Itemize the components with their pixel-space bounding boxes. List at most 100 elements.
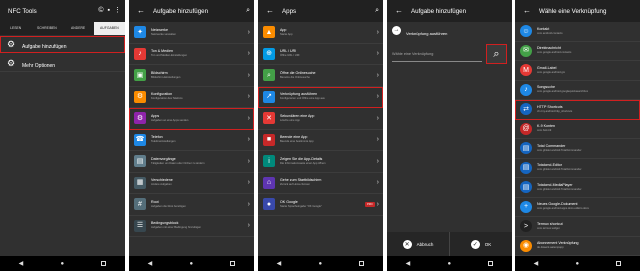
item-text: Datenvorgänge Tätigkeiten um Daten oder O…: [151, 157, 248, 166]
item-subtitle: ch.rmy.android.http_shortcuts: [537, 109, 573, 113]
item-icon: @: [520, 122, 532, 135]
search-icon[interactable]: ⌕: [375, 7, 379, 15]
item-icon: ■: [263, 133, 275, 146]
item-text: Verknüpfung ausführen Konfigurieren und Ö…: [280, 92, 377, 101]
save-icon[interactable]: ▪: [108, 7, 110, 15]
back-arrow-icon[interactable]: ←: [523, 7, 531, 15]
list-item[interactable]: ▤ Totalcmd-Editor com.ghisler.android.Tota…: [515, 159, 640, 178]
list-item[interactable]: ▤ Total Commander com.ghisler.android.Tota…: [515, 139, 640, 159]
item-subtitle: com.google.android.contacts: [537, 51, 572, 55]
tab-schreiben[interactable]: SCHREIBEN: [31, 22, 62, 35]
recents-icon[interactable]: [488, 261, 494, 266]
home-icon[interactable]: ●: [448, 261, 452, 267]
item-subtitle: Andere Aufgaben: [151, 183, 172, 187]
home-icon[interactable]: ●: [61, 261, 65, 267]
back-arrow-icon[interactable]: ←: [266, 7, 274, 15]
item-icon: ⊕: [263, 47, 275, 60]
tab-lesen[interactable]: LESEN: [0, 22, 31, 35]
menu-icon[interactable]: ⋮: [114, 7, 121, 15]
back-icon[interactable]: ◀: [277, 261, 282, 267]
app-title: NFC Tools: [8, 7, 37, 15]
list-item[interactable]: + Neues Google-Dokument com.google.android…: [515, 198, 640, 217]
item-subtitle: Aufgaben mit einer Bedingung hinzufügen: [151, 226, 202, 230]
item-icon: ⚙: [134, 112, 146, 125]
list-item[interactable]: @ K-9 Konten com.fsck.k9: [515, 120, 640, 139]
list-item[interactable]: ⌕ Öffne die Onlinesuche Benutze die Online…: [258, 65, 383, 87]
item-icon: ▦: [134, 176, 146, 189]
list-item[interactable]: ⊕ URL / URI Öffne URL / URI ›: [258, 44, 383, 65]
list-item[interactable]: ☎ Telefon Telefoneinstellungen ›: [129, 130, 254, 151]
list-item[interactable]: ⇄ HTTP Shortcuts ch.rmy.android.http_short…: [515, 100, 640, 120]
list-item[interactable]: ↗ Verknüpfung ausführen Konfigurieren und …: [258, 86, 383, 108]
list-item[interactable]: ▲ App Starte App ›: [258, 22, 383, 44]
app-bar: ← Aufgabe hinzufügen ⌕: [129, 0, 254, 22]
list-item[interactable]: ⌂ Gehe zum Startbildschirm Zurück auf Home…: [258, 173, 383, 194]
item-subtitle: com.google.android.apps.docs.editors.doc…: [537, 207, 589, 211]
recents-icon[interactable]: [101, 261, 107, 266]
list-item[interactable]: ⚙ Apps Aufgaben an eine Apps senden ›: [129, 108, 254, 130]
shortcut-config-screen: ← Aufgabe hinzufügen → Verknüpfung ausfü…: [387, 0, 512, 271]
item-text: Zeigen Sie die App-Details Die Informatio…: [280, 157, 377, 166]
home-icon[interactable]: ●: [190, 261, 194, 267]
list-item[interactable]: ◉ Abonnement Verknüpfung de.dawerk.aatempa…: [515, 237, 640, 256]
recents-icon[interactable]: [359, 261, 365, 266]
list-item[interactable]: i Zeigen Sie die App-Details Die Informati…: [258, 151, 383, 173]
list-item[interactable]: ▤ Datenvorgänge Tätigkeiten um Daten oder …: [129, 151, 254, 173]
search-icon[interactable]: ⌕: [246, 7, 250, 15]
item-subtitle: Starte Spracheingabe "OK Google": [280, 204, 322, 208]
recents-icon[interactable]: [616, 261, 622, 266]
cancel-button[interactable]: ✕ Abbruch: [387, 232, 450, 256]
chevron-right-icon: ›: [247, 50, 250, 58]
item-icon: ▤: [134, 155, 146, 168]
list-item[interactable]: ♪ Songsuche com.google.android.googlequick…: [515, 81, 640, 100]
list-item[interactable]: ✦ Netzwerke Netzwerke verwalten ›: [129, 22, 254, 44]
ok-button[interactable]: ✓ OK: [450, 232, 512, 256]
list-item[interactable]: ● OK Google Starte Spracheingabe "OK Googl…: [258, 194, 383, 216]
chevron-right-icon: ›: [376, 114, 379, 122]
list-item[interactable]: ⚙ Konfiguration Konfiguration des Telefons…: [129, 87, 254, 108]
list-item[interactable]: ▤ Totalcmd-MediaPlayer com.ghisler.android…: [515, 178, 640, 198]
add-task-item[interactable]: ⚙ Aufgabe hinzufügen: [0, 36, 125, 53]
pick-shortcut-button[interactable]: ⌕: [486, 44, 507, 64]
list-item[interactable]: ■ Beende eine App Beende eine bestimmte Ap…: [258, 130, 383, 151]
list-item[interactable]: ✕ Sekundären eine App Lösche eine App ›: [258, 108, 383, 130]
back-icon[interactable]: ◀: [148, 261, 153, 267]
tab-andere[interactable]: ANDERE: [63, 22, 94, 35]
back-icon[interactable]: ◀: [406, 261, 411, 267]
item-text: Apps Aufgaben an eine Apps senden: [151, 114, 248, 123]
nfc-icon[interactable]: ©: [98, 7, 103, 15]
item-text: URL / URI Öffne URL / URI: [280, 49, 377, 58]
back-arrow-icon[interactable]: ←: [137, 7, 145, 15]
list-item[interactable]: M Gmail-Label com.google.android.gm: [515, 61, 640, 81]
app-bar: ← Aufgabe hinzufügen: [387, 0, 512, 22]
list-item[interactable]: ♪ Ton & Medien Ton und Medien-Einstellunge…: [129, 44, 254, 65]
nav-bar: ◀ ●: [0, 256, 125, 271]
more-options-item[interactable]: ⚙ Mehr Optionen: [0, 55, 125, 72]
back-icon[interactable]: ◀: [19, 261, 24, 267]
item-subtitle: Beende eine bestimmte App: [280, 140, 314, 144]
item-icon: ☰: [134, 219, 146, 232]
item-subtitle: com.ghisler.android.TotalCommander: [537, 187, 582, 191]
list-item[interactable]: ✉ Direktnachricht com.google.android.conta…: [515, 42, 640, 61]
task-category-screen: ← Aufgabe hinzufügen ⌕ ✦ Netzwerke Netzwer…: [129, 0, 254, 271]
item-subtitle: Ton und Medien-Einstellungen: [151, 54, 188, 58]
list-item[interactable]: ☰ Bedingungsblock Aufgaben mit einer Bedin…: [129, 216, 254, 237]
home-icon[interactable]: ●: [576, 261, 580, 267]
item-text: Total Commander com.ghisler.android.Total…: [537, 144, 636, 153]
search-icon: ⌕: [493, 47, 500, 60]
tab-aufgaben[interactable]: AUFGABEN: [93, 22, 125, 35]
back-icon[interactable]: ◀: [534, 261, 539, 267]
back-arrow-icon[interactable]: ←: [395, 7, 403, 15]
list-item[interactable]: ☺ Kontakt com.android.contacts: [515, 22, 640, 42]
chevron-right-icon: ›: [247, 157, 250, 165]
shortcut-input[interactable]: Wähle eine Verknüpfung: [392, 47, 482, 62]
list-item[interactable]: ▣ Bildschirm Bildschirm-Einstellungen ›: [129, 65, 254, 87]
list-item[interactable]: > Termux shortcut com.termux.widget: [515, 217, 640, 237]
list-item[interactable]: # Root Aufgaben die Root benötigen ›: [129, 194, 254, 216]
app-bar: ← Apps ⌕: [258, 0, 383, 22]
item-text: Bedingungsblock Aufgaben mit einer Beding…: [151, 221, 248, 230]
recents-icon[interactable]: [230, 261, 236, 266]
home-icon[interactable]: ●: [319, 261, 323, 267]
list-item[interactable]: ▦ Verschiedene Andere Aufgaben ›: [129, 173, 254, 194]
item-icon: ⇄: [520, 103, 532, 116]
